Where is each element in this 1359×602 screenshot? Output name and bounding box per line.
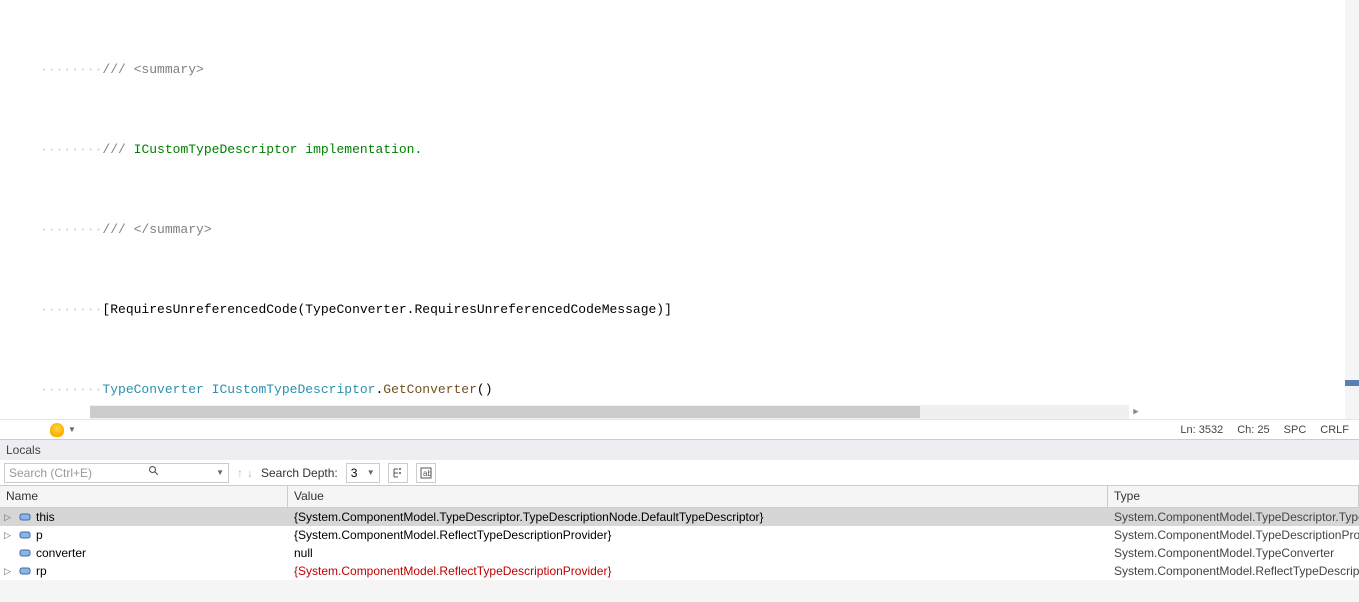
- locals-search-input[interactable]: Search (Ctrl+E) ▼: [4, 463, 229, 483]
- chevron-down-icon[interactable]: ▼: [68, 425, 76, 434]
- svg-text:ab: ab: [423, 469, 432, 478]
- locals-panel: Locals Search (Ctrl+E) ▼ ↑ ↓ Search Dept…: [0, 440, 1359, 602]
- doc-summary-close: /// </summary>: [102, 222, 211, 237]
- scrollbar-thumb[interactable]: [90, 406, 920, 418]
- locals-row[interactable]: ▷ p {System.ComponentModel.ReflectTypeDesc…: [0, 526, 1359, 544]
- search-next-arrow[interactable]: ↓: [247, 466, 253, 480]
- variable-value: {System.ComponentModel.TypeDescriptor.Ty…: [288, 510, 1108, 524]
- variable-name: p: [36, 528, 43, 542]
- header-type[interactable]: Type: [1108, 486, 1359, 507]
- interface-name: ICustomTypeDescriptor: [212, 382, 376, 397]
- variable-type: System.ComponentModel.TypeDescriptionPro…: [1108, 528, 1359, 542]
- code-editor[interactable]: ········/// <summary> ········/// ICusto…: [0, 0, 1359, 440]
- parens: (): [477, 382, 493, 397]
- editor-status-bar: ▼ Ln: 3532 Ch: 25 SPC CRLF: [0, 419, 1359, 439]
- whitespace-dots: ········: [40, 62, 102, 77]
- whitespace-dots: ········: [40, 382, 102, 397]
- horizontal-scrollbar[interactable]: ▶: [90, 405, 1129, 419]
- status-indent: SPC: [1284, 424, 1307, 436]
- locals-row[interactable]: converter nullSystem.ComponentModel.TypeC…: [0, 544, 1359, 562]
- variable-value: null: [288, 546, 1108, 560]
- variable-name: this: [36, 510, 55, 524]
- method-name: GetConverter: [383, 382, 477, 397]
- locals-title: Locals: [0, 440, 1359, 460]
- whitespace-dots: ········: [40, 142, 102, 157]
- code-content: ········/// <summary> ········/// ICusto…: [0, 0, 1359, 440]
- variable-type: System.ComponentModel.TypeDescriptor.Typ…: [1108, 510, 1359, 524]
- variable-value: {System.ComponentModel.ReflectTypeDescri…: [288, 528, 1108, 542]
- variable-name: converter: [36, 546, 86, 560]
- lightbulb-icon[interactable]: [50, 423, 64, 437]
- variable-name: rp: [36, 564, 47, 578]
- depth-value: 3: [351, 466, 358, 480]
- locals-row[interactable]: ▷ rp {System.ComponentModel.ReflectTypeDes…: [0, 562, 1359, 580]
- search-depth-label: Search Depth:: [261, 466, 338, 480]
- variable-value: {System.ComponentModel.ReflectTypeDescri…: [288, 564, 1108, 578]
- locals-grid-body: ▷ this {System.ComponentModel.TypeDescript…: [0, 508, 1359, 580]
- locals-toolbar: Search (Ctrl+E) ▼ ↑ ↓ Search Depth: 3 ▼ …: [0, 460, 1359, 486]
- locals-row[interactable]: ▷ this {System.ComponentModel.TypeDescript…: [0, 508, 1359, 526]
- search-depth-select[interactable]: 3 ▼: [346, 463, 380, 483]
- search-placeholder: Search (Ctrl+E): [9, 466, 92, 480]
- doc-summary-open: /// <summary>: [102, 62, 203, 77]
- header-name[interactable]: Name: [0, 486, 288, 507]
- locals-grid-header: Name Value Type: [0, 486, 1359, 508]
- variable-icon: [18, 510, 32, 524]
- doc-prefix: ///: [102, 142, 133, 157]
- expand-tree-button[interactable]: [388, 463, 408, 483]
- scroll-marker: [1345, 380, 1359, 386]
- attribute-line: [RequiresUnreferencedCode(TypeConverter.…: [102, 302, 672, 317]
- header-value[interactable]: Value: [288, 486, 1108, 507]
- expander-icon[interactable]: ▷: [4, 512, 14, 523]
- whitespace-dots: ········: [40, 302, 102, 317]
- chevron-down-icon: ▼: [367, 468, 375, 477]
- whitespace-dots: ········: [40, 222, 102, 237]
- chevron-down-icon[interactable]: ▼: [216, 468, 224, 477]
- search-icon: [148, 465, 160, 480]
- variable-icon: [18, 546, 32, 560]
- status-column: Ch: 25: [1237, 424, 1269, 436]
- doc-text: ICustomTypeDescriptor implementation.: [134, 142, 423, 157]
- search-nav-arrows: ↑ ↓: [237, 466, 253, 480]
- scroll-map[interactable]: [1345, 0, 1359, 440]
- status-line: Ln: 3532: [1180, 424, 1223, 436]
- expander-icon[interactable]: ▷: [4, 530, 14, 541]
- expander-icon[interactable]: ▷: [4, 566, 14, 577]
- scroll-right-arrow[interactable]: ▶: [1129, 405, 1143, 419]
- property-view-button[interactable]: ab: [416, 463, 436, 483]
- search-prev-arrow[interactable]: ↑: [237, 466, 243, 480]
- variable-icon: [18, 528, 32, 542]
- return-type: TypeConverter: [102, 382, 211, 397]
- variable-type: System.ComponentModel.TypeConverter: [1108, 546, 1359, 560]
- status-lineending: CRLF: [1320, 424, 1349, 436]
- variable-type: System.ComponentModel.ReflectTypeDescrip…: [1108, 564, 1359, 578]
- variable-icon: [18, 564, 32, 578]
